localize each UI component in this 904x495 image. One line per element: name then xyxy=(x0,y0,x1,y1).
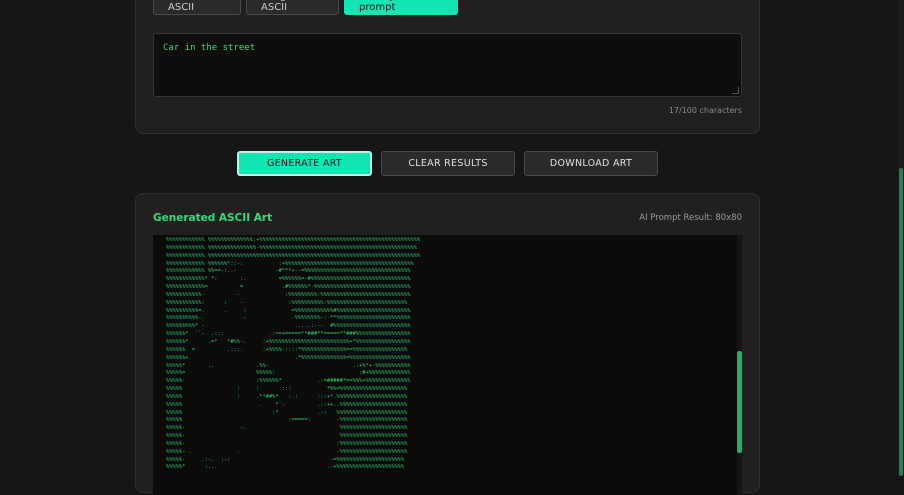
tab-image-to-ascii[interactable]: Image to ASCII xyxy=(246,0,339,15)
output-scrollbar-thumb[interactable] xyxy=(737,351,742,453)
input-panel: Text to ASCII Image to ASCII Enter your … xyxy=(135,0,760,134)
generate-art-button[interactable]: GENERATE ART xyxy=(237,151,372,176)
character-counter: 17/100 characters xyxy=(668,106,742,115)
prompt-text: Car in the street xyxy=(163,43,256,53)
result-info: AI Prompt Result: 80x80 xyxy=(639,213,742,223)
output-panel: Generated ASCII Art AI Prompt Result: 80… xyxy=(135,193,760,495)
output-scrollbar[interactable] xyxy=(737,235,742,495)
clear-results-button[interactable]: CLEAR RESULTS xyxy=(381,151,515,176)
page-scrollbar[interactable] xyxy=(898,0,904,476)
page-scrollbar-thumb[interactable] xyxy=(899,168,903,476)
ascii-art-text: %%%%%%%%%%%% %%%%%%%%%%%%%%:+%%%%%%%%%%%… xyxy=(166,237,421,471)
download-art-button[interactable]: DOWNLOAD ART xyxy=(524,151,658,176)
mode-tabs: Text to ASCII Image to ASCII Enter your … xyxy=(153,0,458,15)
action-buttons: GENERATE ART CLEAR RESULTS DOWNLOAD ART xyxy=(237,151,658,176)
prompt-textarea[interactable]: Car in the street xyxy=(153,33,742,97)
ascii-art-output: %%%%%%%%%%%% %%%%%%%%%%%%%%:+%%%%%%%%%%%… xyxy=(153,235,742,495)
tab-text-to-ascii[interactable]: Text to ASCII xyxy=(153,0,241,15)
tab-enter-prompt[interactable]: Enter your prompt xyxy=(344,0,458,15)
output-title: Generated ASCII Art xyxy=(153,212,273,224)
resize-handle[interactable] xyxy=(732,87,739,94)
